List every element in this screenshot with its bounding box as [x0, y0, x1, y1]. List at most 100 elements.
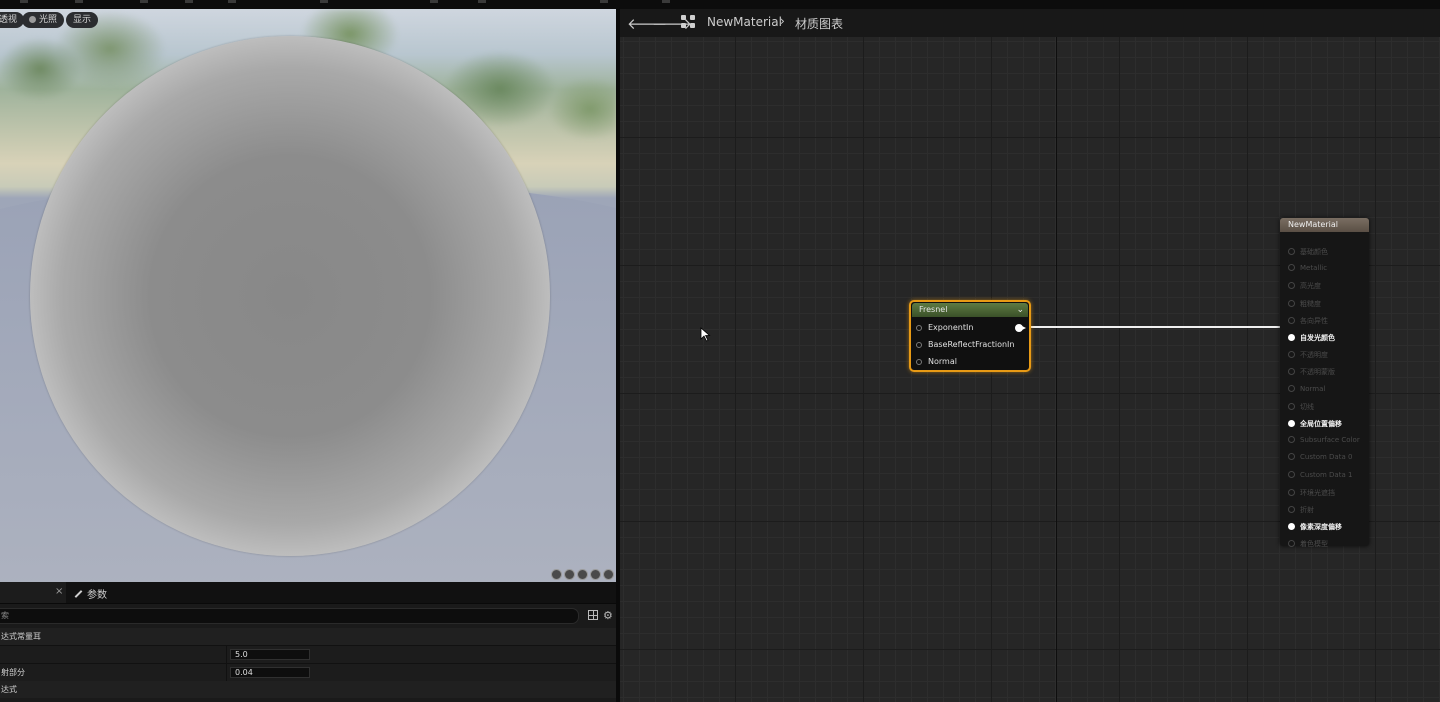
- fresnel-input-base-reflect[interactable]: BaseReflectFractionIn: [916, 340, 1014, 349]
- details-search-input[interactable]: 索: [0, 608, 579, 624]
- input-pin-icon[interactable]: [916, 359, 922, 365]
- exponent-value-field[interactable]: 5.0: [230, 649, 310, 660]
- result-pin-row[interactable]: 高光度: [1288, 281, 1321, 291]
- details-category-header[interactable]: 达式常量耳: [0, 628, 616, 645]
- input-pin-icon[interactable]: [1288, 334, 1295, 341]
- input-pin-icon[interactable]: [916, 325, 922, 331]
- details-row-divider: [226, 646, 227, 663]
- result-node-header[interactable]: NewMaterial: [1280, 218, 1369, 232]
- chevron-down-icon[interactable]: ⌄: [1016, 303, 1024, 317]
- viewport-perspective-button[interactable]: 透视: [0, 12, 25, 28]
- preview-cube-icon[interactable]: [590, 569, 601, 580]
- chevron-right-icon: ›: [780, 14, 785, 28]
- details-row-base-reflect-label: 射部分: [1, 668, 25, 677]
- result-pin-row[interactable]: 不透明蒙版: [1288, 367, 1335, 377]
- result-pin-label: 各向异性: [1300, 316, 1328, 325]
- result-pin-label: 像素深度偏移: [1300, 523, 1342, 532]
- details-row-exponent: 5.0: [0, 645, 616, 663]
- connection-wire[interactable]: [1013, 326, 1281, 328]
- fresnel-node-header[interactable]: Fresnel ⌄: [912, 303, 1028, 317]
- result-pin-row[interactable]: Subsurface Color: [1288, 436, 1360, 444]
- result-pin-row[interactable]: 粗糙度: [1288, 299, 1321, 309]
- breadcrumb-page[interactable]: 材质图表: [795, 15, 843, 32]
- input-pin-icon[interactable]: [1288, 282, 1295, 290]
- fresnel-input-base-reflect-label: BaseReflectFractionIn: [928, 340, 1015, 349]
- details-bottom-category[interactable]: 达式: [0, 681, 616, 698]
- preview-shape-selector[interactable]: [551, 569, 614, 581]
- result-pin-row[interactable]: 自发光颜色: [1288, 333, 1335, 343]
- input-pin-icon[interactable]: [1288, 264, 1295, 272]
- input-pin-icon[interactable]: [1288, 453, 1295, 461]
- details-panel: × 参数 索 ⚙ 达式常量耳 5.0 射部分 0.04 达式: [0, 582, 616, 702]
- material-result-node[interactable]: NewMaterial 基础颜色 Metallic 高光度粗糙度各向异性自发光颜色不…: [1280, 218, 1369, 549]
- input-pin-icon[interactable]: [916, 342, 922, 348]
- material-graph-canvas[interactable]: 🡐 🡒 NewMaterial › 材质图表 Fresnel ⌄ Exponen…: [620, 9, 1440, 702]
- result-pin-row[interactable]: 不透明度: [1288, 350, 1328, 360]
- input-pin-icon[interactable]: [1288, 470, 1295, 478]
- result-pin-label: Metallic: [1300, 264, 1328, 273]
- fresnel-input-normal[interactable]: Normal: [916, 357, 957, 366]
- fresnel-input-normal-label: Normal: [928, 357, 957, 366]
- input-pin-icon[interactable]: [1288, 540, 1295, 548]
- tab-parameters[interactable]: 参数: [74, 586, 107, 601]
- input-pin-icon[interactable]: [1288, 368, 1295, 376]
- result-pin-label: 折射: [1300, 506, 1314, 514]
- input-pin-icon[interactable]: [1288, 506, 1295, 513]
- result-pin-label: Subsurface Color: [1300, 436, 1360, 445]
- mouse-cursor-icon: [700, 327, 711, 342]
- input-pin-icon[interactable]: [1288, 384, 1295, 392]
- result-pin-row[interactable]: 全局位置偏移: [1288, 419, 1342, 429]
- result-pin-label: Custom Data 0: [1300, 453, 1353, 462]
- input-pin-icon[interactable]: [1288, 248, 1295, 255]
- input-pin-icon[interactable]: [1288, 402, 1295, 410]
- base-reflect-value-field[interactable]: 0.04: [230, 667, 310, 678]
- result-pin-label: 不透明度: [1300, 351, 1328, 360]
- gear-icon[interactable]: ⚙: [603, 609, 613, 622]
- details-row-divider: [226, 664, 227, 681]
- details-tab-bar: × 参数: [0, 582, 616, 604]
- input-pin-icon[interactable]: [1288, 488, 1295, 496]
- result-pin-label: 着色模型: [1300, 540, 1328, 549]
- fresnel-node[interactable]: Fresnel ⌄ ExponentIn BaseReflectFraction…: [909, 300, 1031, 372]
- material-preview-viewport[interactable]: 透视 光照 显示: [0, 9, 616, 582]
- result-pin-row[interactable]: 基础颜色: [1288, 247, 1328, 257]
- viewport-show-button[interactable]: 显示: [66, 12, 99, 28]
- input-pin-icon[interactable]: [1288, 523, 1295, 531]
- details-row-base-reflect: 射部分 0.04: [0, 663, 616, 681]
- result-pin-row[interactable]: 折射: [1288, 505, 1314, 515]
- result-pin-row[interactable]: 切线: [1288, 402, 1314, 412]
- viewport-perspective-label: 透视: [0, 15, 18, 25]
- result-pin-row[interactable]: 环境光遮挡: [1288, 488, 1335, 498]
- result-pin-row[interactable]: Normal: [1288, 384, 1326, 393]
- viewport-lighting-button[interactable]: 光照: [22, 12, 65, 28]
- result-pin-row[interactable]: 像素深度偏移: [1288, 522, 1342, 532]
- result-pin-label: 基础颜色: [1300, 248, 1328, 256]
- result-pin-row[interactable]: Custom Data 1: [1288, 470, 1352, 479]
- close-icon[interactable]: ×: [55, 586, 63, 597]
- input-pin-icon[interactable]: [1288, 316, 1295, 324]
- result-node-title: NewMaterial: [1288, 220, 1338, 229]
- preview-sphere-icon[interactable]: [564, 569, 575, 580]
- result-pin-row[interactable]: Custom Data 0: [1288, 453, 1352, 461]
- top-toolbar-strip: [0, 0, 1440, 9]
- result-pin-row[interactable]: 各向异性: [1288, 316, 1328, 326]
- grid-view-icon[interactable]: [588, 610, 598, 620]
- output-pin-icon[interactable]: [1015, 324, 1026, 332]
- input-pin-icon[interactable]: [1288, 420, 1295, 427]
- details-category-label: 达式常量耳: [1, 632, 41, 641]
- result-pin-label: 自发光颜色: [1300, 334, 1335, 342]
- preview-plane-icon[interactable]: [577, 569, 588, 580]
- breadcrumb-asset[interactable]: NewMaterial: [707, 15, 782, 29]
- input-pin-icon[interactable]: [1288, 351, 1295, 359]
- input-pin-icon[interactable]: [1288, 436, 1295, 444]
- input-pin-icon[interactable]: [1288, 299, 1295, 307]
- preview-mesh-icon[interactable]: [603, 569, 614, 580]
- preview-cylinder-icon[interactable]: [551, 569, 562, 580]
- result-pin-row[interactable]: Metallic: [1288, 264, 1327, 272]
- result-pin-row[interactable]: 着色模型: [1288, 539, 1328, 549]
- result-pin-label: 切线: [1300, 402, 1314, 411]
- result-pin-label: Normal: [1300, 384, 1326, 393]
- fresnel-input-exponent[interactable]: ExponentIn: [916, 323, 973, 332]
- details-search-placeholder: 索: [1, 611, 9, 620]
- light-icon: [29, 16, 36, 23]
